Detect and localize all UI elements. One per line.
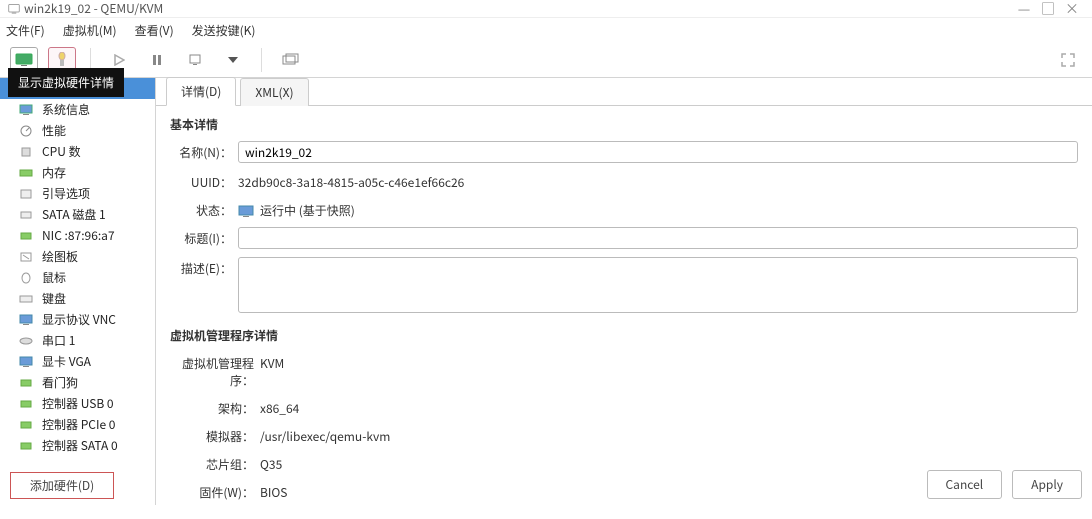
- chipset-label: 芯片组：: [170, 453, 260, 473]
- desc-label: 描述(E)：: [170, 257, 238, 277]
- keyboard-icon: [18, 292, 34, 306]
- sidebar-item-label: 显示协议 VNC: [24, 311, 116, 328]
- sidebar-item-usb[interactable]: 控制器 USB 0: [0, 393, 155, 414]
- sidebar-item-label: SATA 磁盘 1: [24, 206, 106, 223]
- sidebar-item-label: 控制器 PCIe 0: [24, 416, 115, 433]
- sidebar-item-label: NIC :87:96:a7: [24, 227, 115, 244]
- sidebar-item-pcie[interactable]: 控制器 PCIe 0: [0, 414, 155, 435]
- sidebar-item-label: 控制器 SATA 0: [24, 437, 118, 454]
- content-pane: 详情(D) XML(X) 基本详情 名称(N)： UUID： 32db90c8-…: [156, 78, 1092, 505]
- tab-xml[interactable]: XML(X): [240, 78, 308, 106]
- emu-value: /usr/libexec/qemu-kvm: [260, 425, 1078, 445]
- menu-vm[interactable]: 虚拟机(M): [63, 22, 117, 39]
- sidebar-item-label: 显卡 VGA: [24, 353, 91, 370]
- controller-icon: [18, 439, 34, 453]
- menu-sendkey[interactable]: 发送按键(K): [192, 22, 256, 39]
- toolbar: [0, 42, 1092, 78]
- uuid-label: UUID：: [170, 171, 238, 191]
- minimize-button[interactable]: —: [1012, 0, 1036, 19]
- sidebar-item-serial[interactable]: 串口 1: [0, 330, 155, 351]
- cancel-button[interactable]: Cancel: [927, 470, 1003, 499]
- controller-icon: [18, 418, 34, 432]
- sidebar-item-keyboard[interactable]: 键盘: [0, 288, 155, 309]
- close-button[interactable]: ×: [1060, 0, 1084, 19]
- display-icon: [18, 313, 34, 327]
- arch-value: x86_64: [260, 397, 1078, 417]
- boot-icon: [18, 187, 34, 201]
- controller-icon: [18, 397, 34, 411]
- dialog-footer: Cancel Apply: [927, 470, 1082, 499]
- vm-icon: [8, 3, 20, 15]
- cpu-icon: [18, 145, 34, 159]
- sidebar-item-mouse[interactable]: 鼠标: [0, 267, 155, 288]
- mouse-icon: [18, 271, 34, 285]
- uuid-value: 32db90c8-3a18-4815-a05c-c46e1ef66c26: [238, 171, 1078, 191]
- status-value: 运行中 (基于快照): [260, 202, 355, 219]
- name-input[interactable]: [238, 141, 1078, 163]
- sidebar-item-performance[interactable]: 性能: [0, 120, 155, 141]
- desc-textarea[interactable]: [238, 257, 1078, 313]
- snapshots-button[interactable]: [276, 47, 304, 73]
- firmware-label: 固件(W)：: [170, 481, 260, 501]
- maximize-button[interactable]: □: [1036, 0, 1060, 19]
- pause-button[interactable]: [143, 47, 171, 73]
- details-body: 基本详情 名称(N)： UUID： 32db90c8-3a18-4815-a05…: [156, 106, 1092, 519]
- video-icon: [18, 355, 34, 369]
- serial-icon: [18, 334, 34, 348]
- memory-icon: [18, 166, 34, 180]
- sidebar-item-memory[interactable]: 内存: [0, 162, 155, 183]
- hardware-list: 概况 系统信息 性能 CPU 数 内存 引导选项: [0, 78, 155, 466]
- sidebar-item-disk[interactable]: SATA 磁盘 1: [0, 204, 155, 225]
- sidebar-item-sata[interactable]: 控制器 SATA 0: [0, 435, 155, 456]
- sidebar-item-video[interactable]: 显卡 VGA: [0, 351, 155, 372]
- running-icon: [238, 205, 254, 217]
- nic-icon: [18, 229, 34, 243]
- tablet-icon: [18, 250, 34, 264]
- hypervisor-section-title: 虚拟机管理程序详情: [170, 327, 1078, 344]
- sysinfo-icon: [18, 103, 34, 117]
- disk-icon: [18, 208, 34, 222]
- tabs: 详情(D) XML(X): [156, 78, 1092, 106]
- title-bar: win2k19_02 - QEMU/KVM — □ ×: [0, 0, 1092, 18]
- hardware-sidebar: 概况 系统信息 性能 CPU 数 内存 引导选项: [0, 78, 156, 505]
- hv-label: 虚拟机管理程序：: [170, 352, 260, 389]
- hv-value: KVM: [260, 352, 1078, 372]
- window-title: win2k19_02 - QEMU/KVM: [24, 0, 163, 17]
- sidebar-item-tablet[interactable]: 绘图板: [0, 246, 155, 267]
- name-label: 名称(N)：: [170, 141, 238, 161]
- status-label: 状态：: [170, 199, 238, 219]
- title-input[interactable]: [238, 227, 1078, 249]
- add-hardware-button[interactable]: 添加硬件(D): [10, 472, 114, 499]
- performance-icon: [18, 124, 34, 138]
- sidebar-item-watchdog[interactable]: 看门狗: [0, 372, 155, 393]
- sidebar-item-label: 控制器 USB 0: [24, 395, 114, 412]
- fullscreen-button[interactable]: [1054, 47, 1082, 73]
- menu-view[interactable]: 查看(V): [135, 22, 174, 39]
- shutdown-dropdown[interactable]: [219, 47, 247, 73]
- main-area: 概况 系统信息 性能 CPU 数 内存 引导选项: [0, 78, 1092, 505]
- sidebar-item-display[interactable]: 显示协议 VNC: [0, 309, 155, 330]
- title-label: 标题(I)：: [170, 227, 238, 247]
- sidebar-item-sysinfo[interactable]: 系统信息: [0, 99, 155, 120]
- apply-button[interactable]: Apply: [1012, 470, 1082, 499]
- shutdown-button[interactable]: [181, 47, 209, 73]
- basic-section-title: 基本详情: [170, 116, 1078, 133]
- emu-label: 模拟器：: [170, 425, 260, 445]
- tooltip: 显示虚拟硬件详情: [8, 68, 124, 97]
- menu-file[interactable]: 文件(F): [6, 22, 45, 39]
- sidebar-item-boot[interactable]: 引导选项: [0, 183, 155, 204]
- arch-label: 架构：: [170, 397, 260, 417]
- menu-bar: 文件(F) 虚拟机(M) 查看(V) 发送按键(K): [0, 18, 1092, 42]
- sidebar-item-cpus[interactable]: CPU 数: [0, 141, 155, 162]
- watchdog-icon: [18, 376, 34, 390]
- sidebar-item-nic[interactable]: NIC :87:96:a7: [0, 225, 155, 246]
- tab-details[interactable]: 详情(D): [166, 77, 236, 106]
